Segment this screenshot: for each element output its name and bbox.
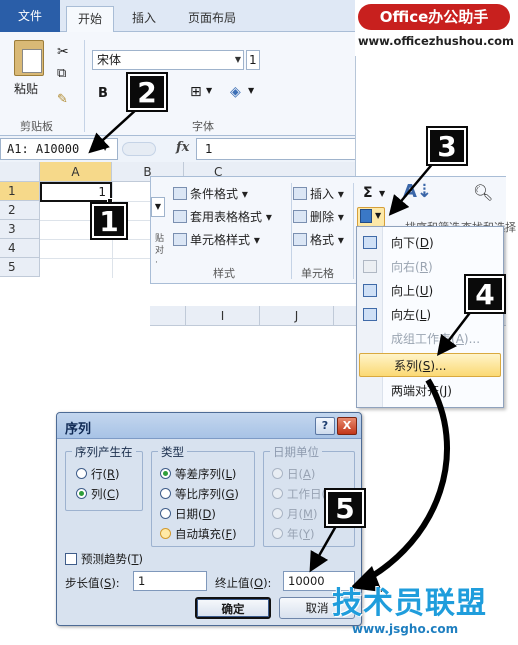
arrow-step-5 (309, 525, 338, 573)
arrow-step-2 (88, 107, 139, 154)
watermark-brand-bottom: 技术员联盟 (332, 586, 487, 621)
step-badge-2: 2 (126, 72, 168, 112)
step-badge-3: 3 (426, 126, 468, 166)
step-badge-5: 5 (324, 488, 366, 528)
arrow-curve-menu-to-dialog (360, 378, 450, 585)
watermark-url-bottom: www.jsgho.com (352, 622, 459, 636)
step-badge-4: 4 (464, 274, 506, 314)
annotation-arrows (88, 107, 473, 592)
arrow-step-3 (388, 161, 435, 216)
step-badge-1: 1 (90, 202, 128, 240)
arrow-step-4 (436, 309, 473, 356)
